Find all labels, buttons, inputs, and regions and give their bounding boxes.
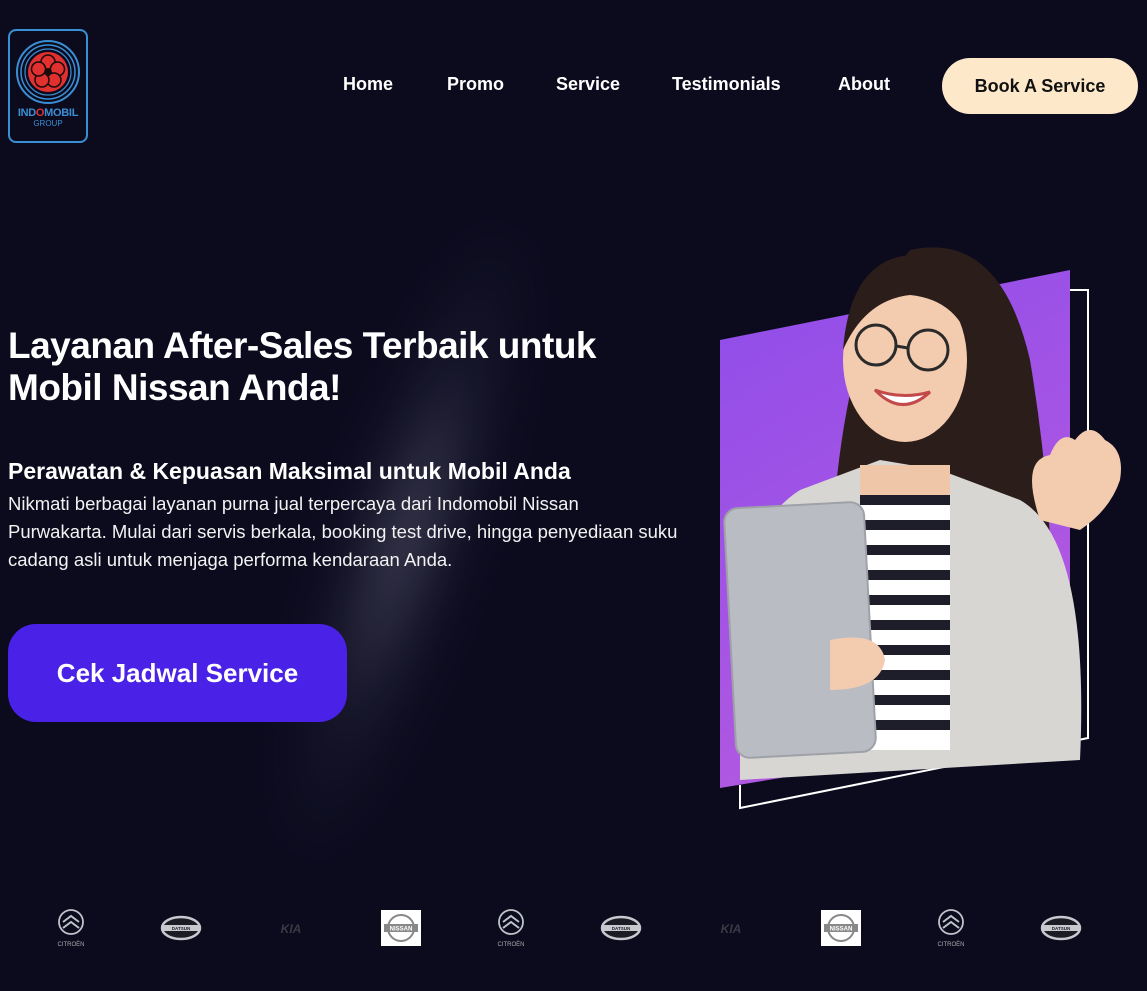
hero-subtitle: Perawatan & Kepuasan Maksimal untuk Mobi…	[8, 458, 571, 484]
nav-promo-link[interactable]: Promo	[447, 74, 504, 95]
kia-logo-icon: KIA	[721, 922, 742, 936]
brand-logo-citroen: CITROËN	[489, 906, 533, 950]
brand-logo-kia: KIA	[269, 906, 313, 950]
citroen-logo-icon: CITROËN	[58, 909, 85, 948]
datsun-logo-icon: DATSUN	[160, 915, 202, 941]
svg-text:CITROËN: CITROËN	[498, 941, 525, 948]
svg-text:DATSUN: DATSUN	[172, 926, 190, 931]
indomobil-emblem-icon	[16, 40, 80, 104]
hero-title-line1: Layanan After-Sales Terbaik untuk	[8, 325, 597, 366]
brand-logo-datsun: DATSUN	[1039, 906, 1083, 950]
brand-logo-datsun: DATSUN	[599, 906, 643, 950]
citroen-logo-icon: CITROËN	[938, 909, 965, 948]
brand-logo-nissan: NISSAN	[379, 906, 423, 950]
check-service-schedule-button[interactable]: Cek Jadwal Service	[8, 624, 347, 722]
brand-logo-kia: KIA	[709, 906, 753, 950]
svg-text:NISSAN: NISSAN	[830, 927, 853, 933]
logo-wordmark: INDOMOBIL	[17, 107, 79, 119]
hero-title: Layanan After-Sales Terbaik untuk Mobil …	[8, 325, 688, 409]
svg-text:KIA: KIA	[281, 922, 302, 936]
datsun-logo-icon: DATSUN	[600, 915, 642, 941]
brand-logo-citroen: CITROËN	[929, 906, 973, 950]
datsun-logo-icon: DATSUN	[1040, 915, 1082, 941]
nav-about-link[interactable]: About	[838, 74, 890, 95]
svg-text:DATSUN: DATSUN	[612, 926, 630, 931]
svg-text:DATSUN: DATSUN	[1052, 926, 1070, 931]
brand-logo-nissan: NISSAN	[819, 906, 863, 950]
svg-text:KIA: KIA	[721, 922, 742, 936]
svg-text:CITROËN: CITROËN	[938, 941, 965, 948]
indomobil-logo[interactable]: INDOMOBIL GROUP	[8, 29, 88, 143]
hero-description: Nikmati berbagai layanan purna jual terp…	[8, 493, 678, 570]
hero-woman-photo	[720, 247, 1121, 810]
logo-subtext: GROUP	[33, 119, 63, 128]
nav-testimonials-link[interactable]: Testimonials	[672, 74, 781, 95]
book-service-button[interactable]: Book A Service	[942, 58, 1138, 114]
hero-title-line2: Mobil Nissan Anda!	[8, 367, 341, 408]
brand-logo-datsun: DATSUN	[159, 906, 203, 950]
brand-logo-citroen: CITROËN	[49, 906, 93, 950]
nav-home-link[interactable]: Home	[343, 74, 393, 95]
svg-text:CITROËN: CITROËN	[58, 941, 85, 948]
citroen-logo-icon: CITROËN	[498, 909, 525, 948]
nissan-logo-icon: NISSAN	[381, 910, 421, 946]
kia-logo-icon: KIA	[281, 922, 302, 936]
nissan-logo-icon: NISSAN	[821, 910, 861, 946]
svg-text:NISSAN: NISSAN	[390, 927, 413, 933]
nav-service-link[interactable]: Service	[556, 74, 620, 95]
